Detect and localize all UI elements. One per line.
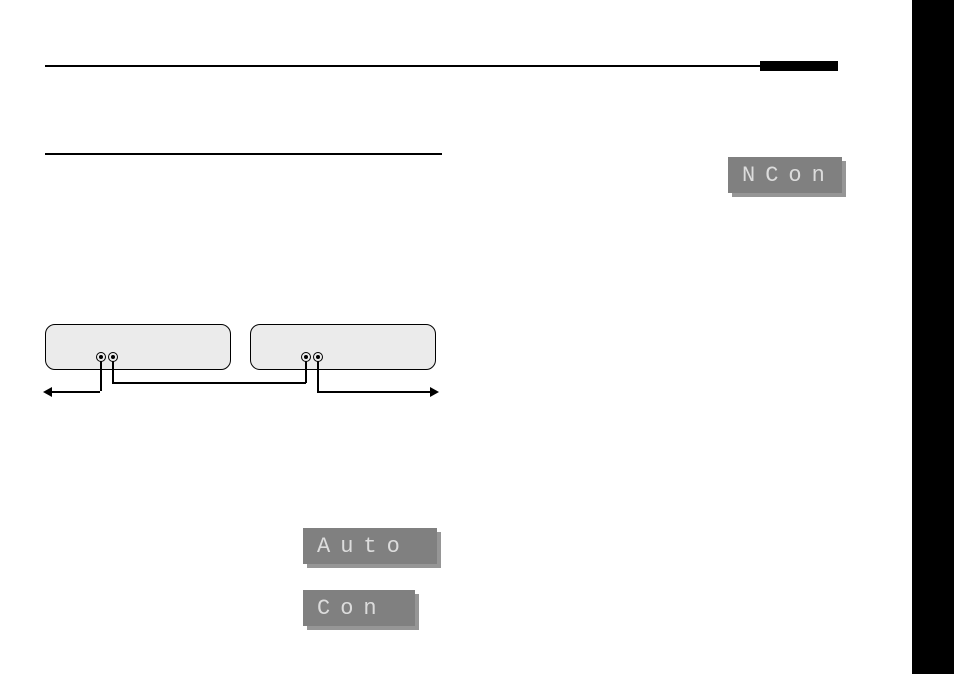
wire	[305, 361, 307, 383]
keyboard-unit-right	[250, 324, 436, 370]
lcd-text: Con	[317, 596, 387, 621]
wire	[112, 361, 114, 383]
page-content: NCon	[45, 65, 838, 155]
keyboard-unit-left	[45, 324, 231, 370]
lcd-display-con: Con	[303, 590, 415, 626]
connection-diagram	[45, 324, 442, 419]
side-tab	[912, 0, 954, 674]
section-rule	[45, 153, 442, 155]
arrow-line	[52, 391, 100, 393]
wire	[112, 382, 306, 384]
display-group: Auto Con	[303, 528, 437, 626]
header-rule-accent	[760, 61, 838, 71]
arrow-left-icon	[43, 387, 52, 397]
lcd-text: Auto	[317, 534, 410, 559]
lcd-display-ncon: NCon	[728, 157, 842, 193]
wire	[317, 361, 319, 391]
header-rule	[45, 65, 838, 67]
wire	[100, 361, 102, 391]
arrow-right-icon	[430, 387, 439, 397]
lcd-display-auto: Auto	[303, 528, 437, 564]
lcd-text: NCon	[742, 163, 835, 188]
body-section: NCon	[45, 153, 838, 155]
arrow-line	[317, 391, 430, 393]
